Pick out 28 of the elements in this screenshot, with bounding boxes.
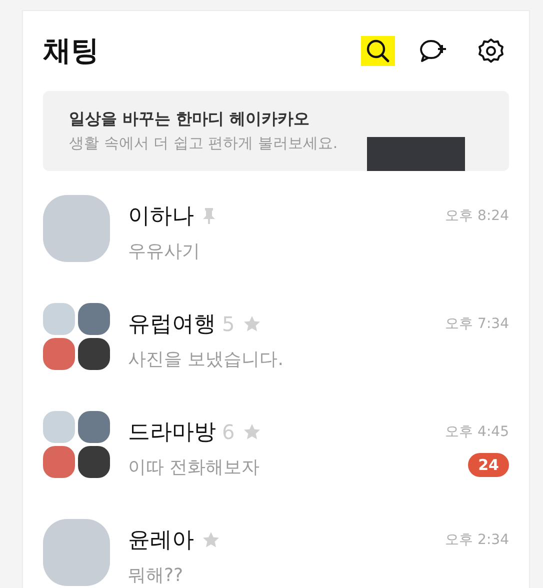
- avatar-photo: [78, 303, 110, 335]
- avatar-photo: [78, 411, 110, 443]
- avatar-photo: [43, 303, 75, 335]
- avatar-photo: [43, 519, 110, 586]
- avatar-photo: [43, 195, 110, 262]
- chat-name: 드라마방: [128, 419, 216, 447]
- screen-title: 채팅: [43, 33, 99, 69]
- message-preview: 우유사기: [128, 240, 201, 263]
- message-preview: 뭐해??: [128, 564, 184, 587]
- chat-time: 오후 7:34: [445, 315, 509, 333]
- avatar-photo: [78, 338, 110, 370]
- banner-title: 일상을 바꾸는 한마디 헤이카카오: [69, 109, 311, 130]
- chat-name: 윤레아: [128, 527, 194, 555]
- chat-name: 유럽여행: [128, 311, 216, 339]
- chat-time: 오후 8:24: [445, 207, 509, 225]
- banner-subtitle: 생활 속에서 더 쉽고 편하게 불러보세요.: [69, 134, 338, 153]
- search-button[interactable]: [361, 36, 395, 66]
- banner-card[interactable]: 일상을 바꾸는 한마디 헤이카카오 생활 속에서 더 쉽고 편하게 불러보세요.: [43, 91, 509, 171]
- chat-name: 이하나: [128, 203, 194, 231]
- chat-time: 오후 2:34: [445, 531, 509, 549]
- message-preview: 사진을 보냈습니다.: [128, 348, 284, 371]
- message-preview: 이따 전화해보자: [128, 456, 261, 479]
- avatar-photo: [43, 338, 75, 370]
- avatar-photo: [78, 446, 110, 478]
- unread-count: 24: [468, 453, 509, 477]
- chat-time: 오후 4:45: [445, 423, 509, 441]
- avatar-photo: [43, 411, 75, 443]
- avatar-photo: [43, 446, 75, 478]
